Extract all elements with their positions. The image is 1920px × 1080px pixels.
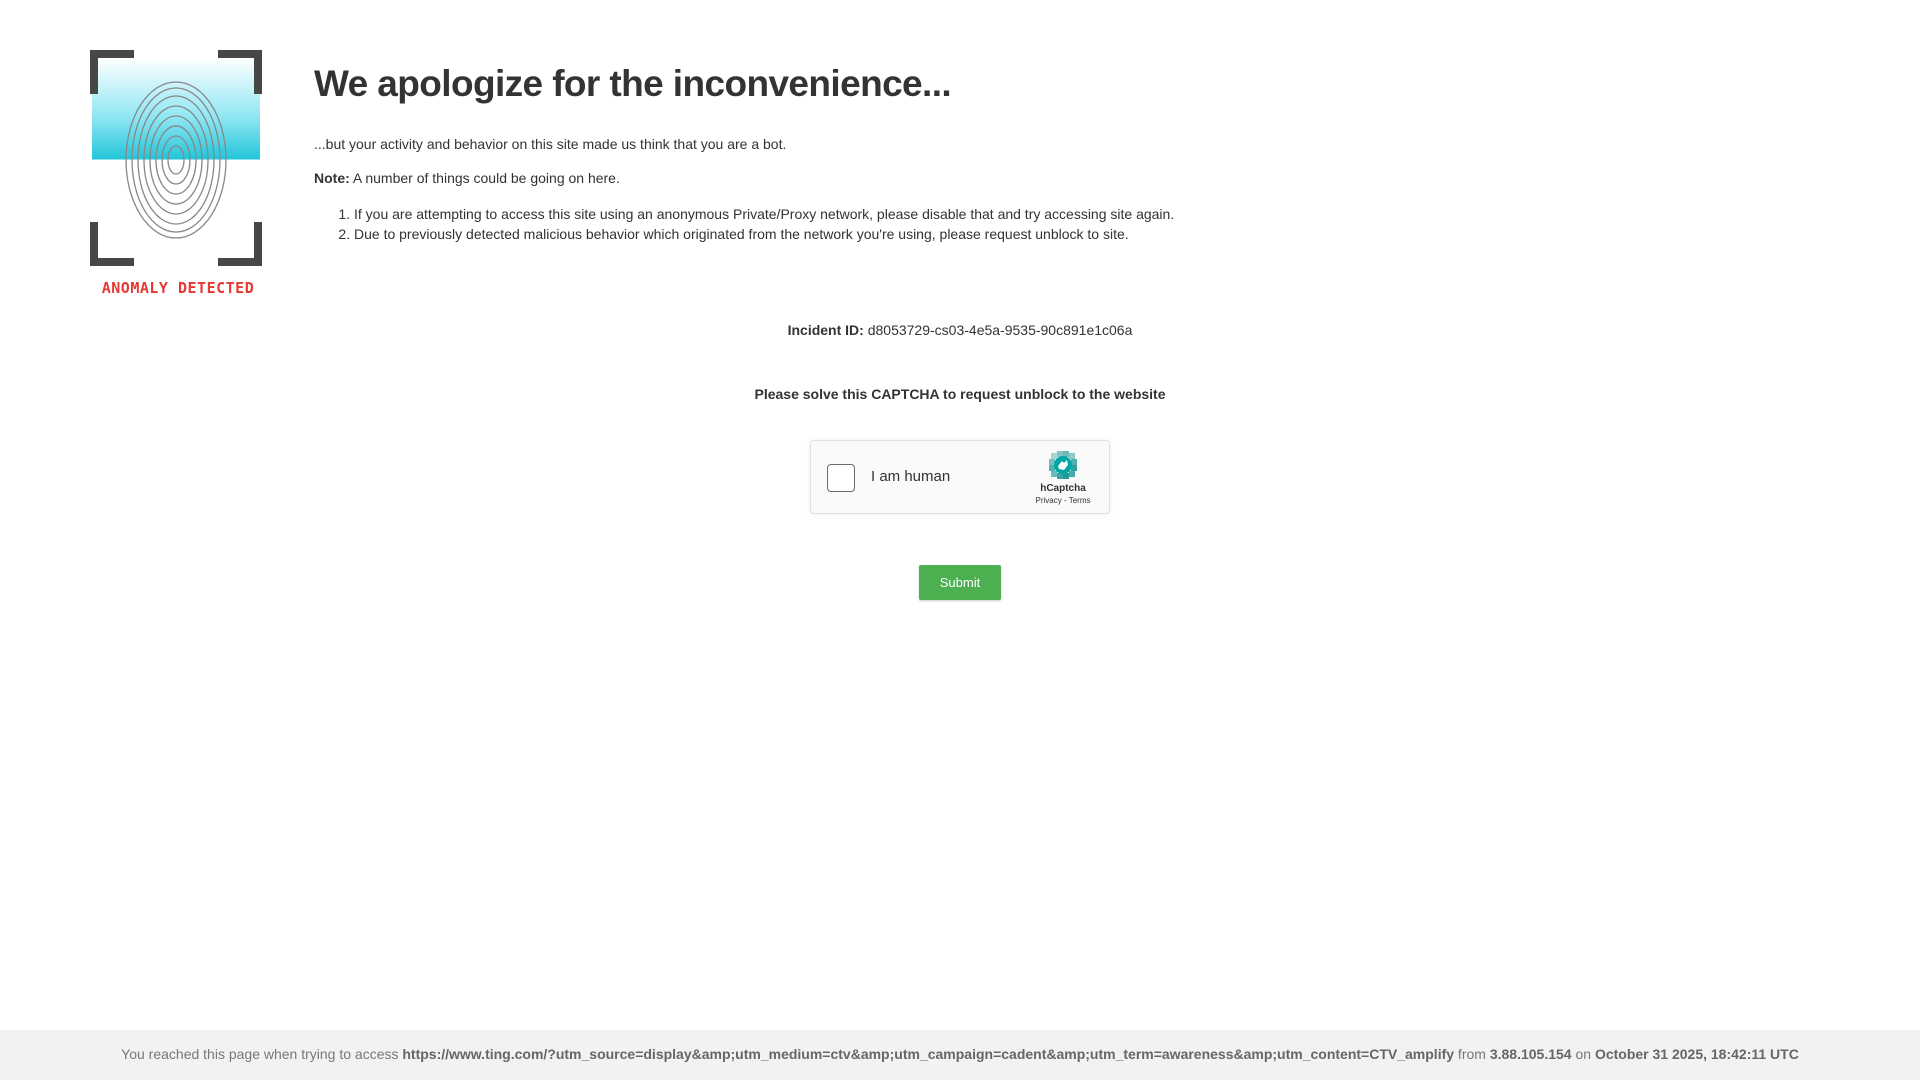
submit-button[interactable]: Submit <box>919 565 1001 600</box>
hcaptcha-logo-icon <box>1049 451 1077 479</box>
hcaptcha-links: Privacy - Terms <box>1021 496 1105 505</box>
hcaptcha-brand: hCaptcha <box>1040 483 1086 494</box>
fingerprint-scan-icon <box>90 50 262 266</box>
incident-label: Incident ID: <box>787 322 864 338</box>
anomaly-logo: ANOMALY DETECTED <box>88 48 268 298</box>
captcha-checkbox-label[interactable]: I am human <box>871 468 950 485</box>
footer-url: https://www.ting.com/?utm_source=display… <box>402 1046 1455 1062</box>
incident-id: Incident ID: d8053729-cs03-4e5a-9535-90c… <box>0 322 1920 338</box>
footer-datetime: October 31 2025, 18:42:11 UTC <box>1594 1046 1799 1062</box>
page-title: We apologize for the inconvenience... <box>314 63 952 104</box>
anomaly-caption: ANOMALY DETECTED <box>101 279 255 297</box>
footer-from: from <box>1454 1046 1490 1062</box>
hcaptcha-widget: I am human hCaptcha Privacy - Terms <box>810 440 1110 514</box>
reason-item: If you are attempting to access this sit… <box>354 204 1174 224</box>
reasons-list: If you are attempting to access this sit… <box>314 204 1174 244</box>
terms-link[interactable]: Terms <box>1069 496 1091 505</box>
reason-item: Due to previously detected malicious beh… <box>354 224 1174 244</box>
link-separator: - <box>1061 496 1069 505</box>
footer-prefix: You reached this page when trying to acc… <box>121 1046 403 1062</box>
captcha-prompt: Please solve this CAPTCHA to request unb… <box>754 386 1166 402</box>
footer-ip: 3.88.105.154 <box>1489 1046 1572 1062</box>
footer: You reached this page when trying to acc… <box>0 1030 1920 1080</box>
note-text: Note: A number of things could be going … <box>314 170 620 186</box>
intro-text: ...but your activity and behavior on thi… <box>314 136 787 152</box>
note-label: Note: <box>314 170 350 186</box>
main-content: We apologize for the inconvenience... ..… <box>314 56 1714 242</box>
incident-value: d8053729-cs03-4e5a-9535-90c891e1c06a <box>863 322 1133 338</box>
privacy-link[interactable]: Privacy <box>1036 496 1062 505</box>
footer-on: on <box>1571 1046 1595 1062</box>
note-body: A number of things could be going on her… <box>349 170 620 186</box>
captcha-checkbox[interactable] <box>827 464 855 492</box>
